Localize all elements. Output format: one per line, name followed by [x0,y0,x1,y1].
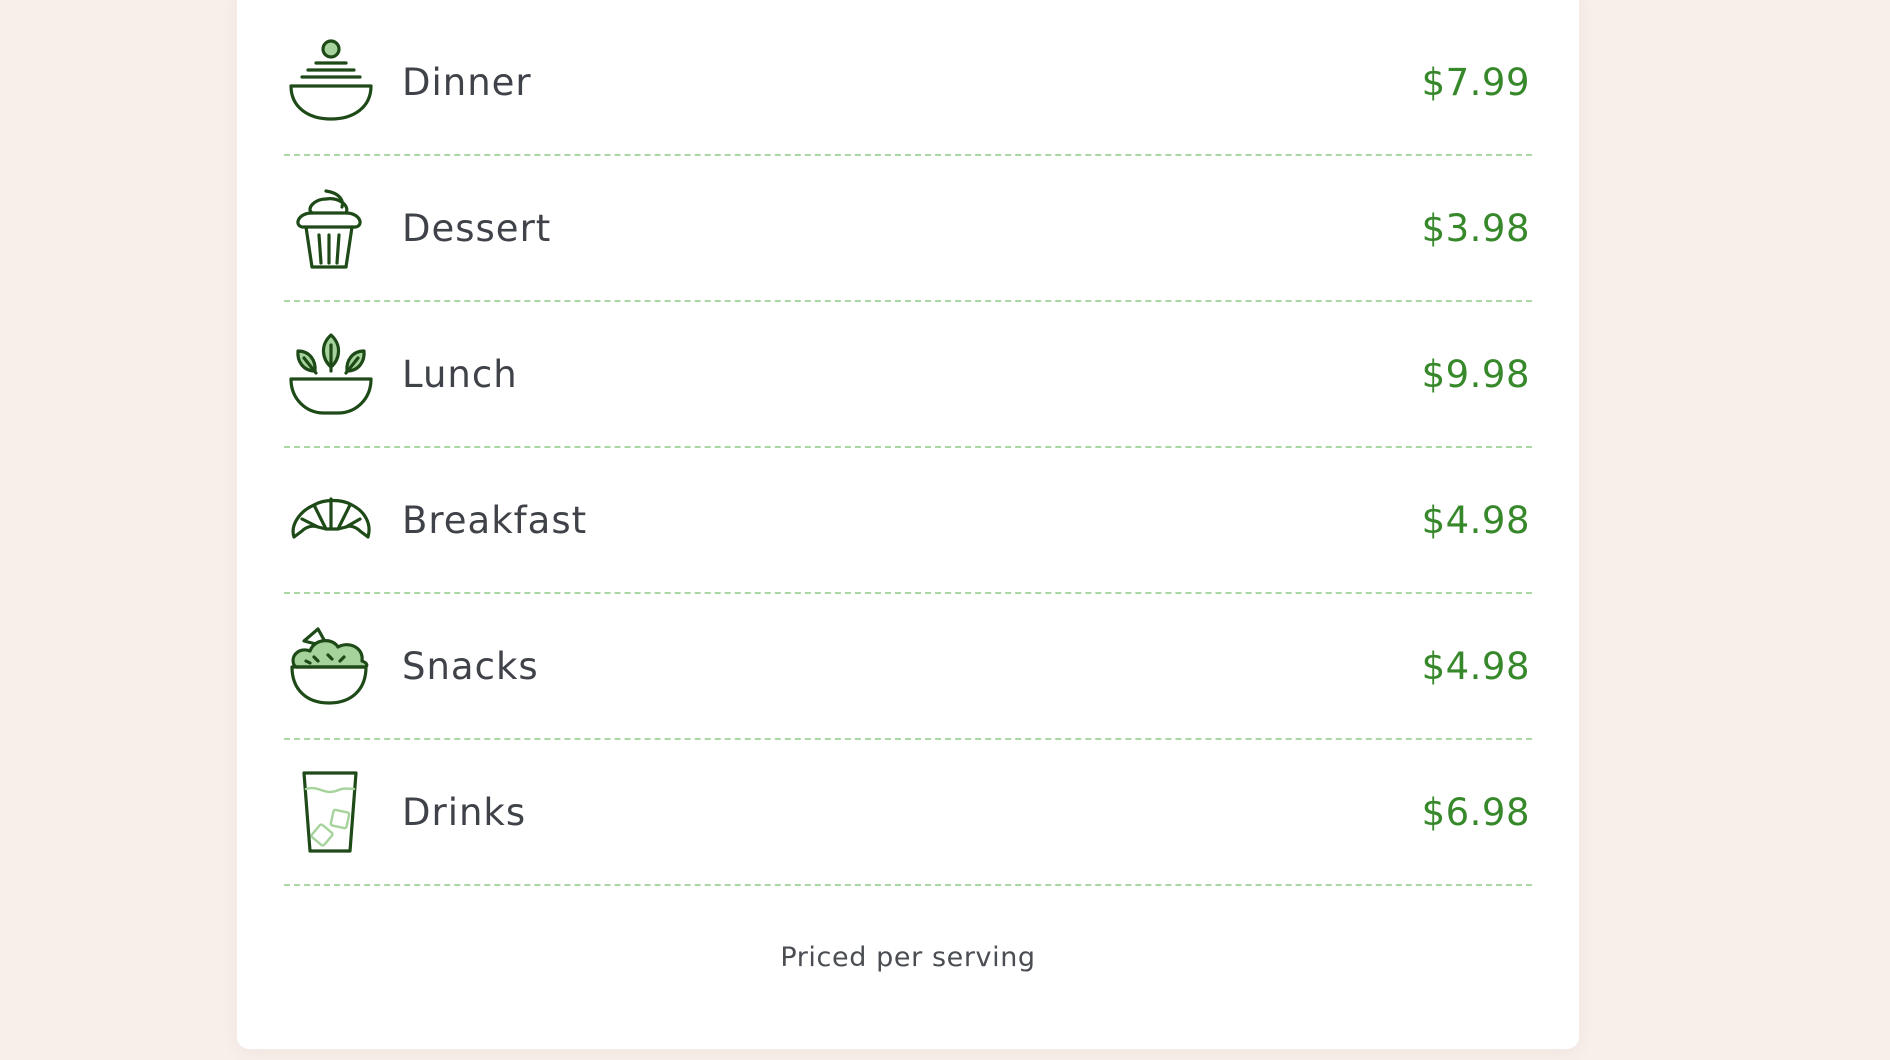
menu-item-price: $4.98 [1421,644,1530,688]
noodle-bowl-icon [288,39,374,125]
menu-item-lunch[interactable]: Lunch $9.98 [284,302,1532,448]
snack-bowl-icon [288,623,374,709]
menu-item-name: Dessert [402,206,552,250]
salad-bowl-icon [288,331,374,417]
menu-item-dinner[interactable]: Dinner $7.99 [284,10,1532,156]
menu-item-dessert[interactable]: Dessert $3.98 [284,156,1532,302]
menu-card: Dinner $7.99 Dessert $3.98 Lunch $9.98 B… [237,0,1579,1049]
menu-item-drinks[interactable]: Drinks $6.98 [284,740,1532,886]
iced-drink-icon [288,769,374,855]
croissant-icon [288,477,374,563]
menu-item-snacks[interactable]: Snacks $4.98 [284,594,1532,740]
footer-note: Priced per serving [780,942,1036,973]
menu-item-price: $9.98 [1421,352,1530,396]
menu-item-name: Snacks [402,644,539,688]
menu-item-price: $7.99 [1421,60,1530,104]
cupcake-icon [288,185,374,271]
menu-item-price: $3.98 [1421,206,1530,250]
menu-item-breakfast[interactable]: Breakfast $4.98 [284,448,1532,594]
menu-item-name: Breakfast [402,498,588,542]
menu-item-name: Lunch [402,352,518,396]
menu-item-price: $4.98 [1421,498,1530,542]
menu-item-price: $6.98 [1421,790,1530,834]
menu-item-name: Drinks [402,790,527,834]
menu-list: Dinner $7.99 Dessert $3.98 Lunch $9.98 B… [284,10,1532,886]
menu-item-name: Dinner [402,60,532,104]
